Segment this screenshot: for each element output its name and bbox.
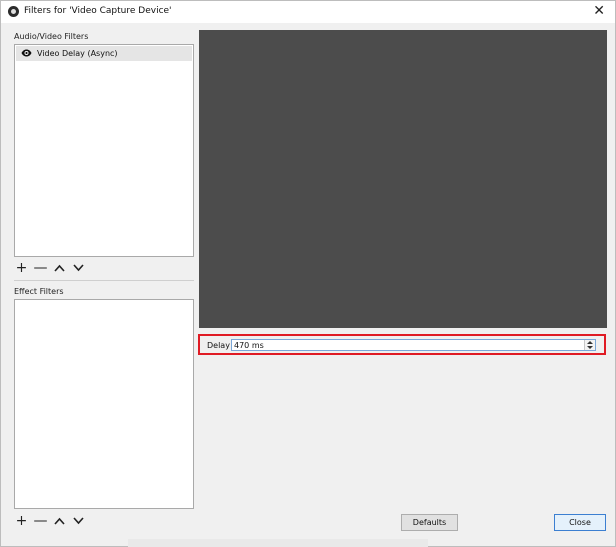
effect-filters-list[interactable] [14,299,194,509]
window-title: Filters for 'Video Capture Device' [24,6,172,16]
section-divider [14,280,194,281]
effect-filters-label: Effect Filters [14,287,64,296]
preview-area [199,30,607,328]
close-button[interactable]: Close [554,514,606,531]
list-item[interactable]: Video Delay (Async) [16,46,192,61]
audio-video-filters-toolbar: + — [15,260,85,276]
filter-item-label: Video Delay (Async) [37,49,118,58]
move-down-effect-button[interactable] [72,515,85,528]
remove-filter-button[interactable]: — [34,261,48,275]
delay-property-row: Delay 470 ms [198,334,606,355]
defaults-button[interactable]: Defaults [401,514,458,531]
obs-logo-icon [8,6,19,17]
delay-value: 470 ms [234,341,264,350]
chevron-down-icon [73,264,84,272]
delay-input[interactable]: 470 ms [231,339,596,351]
effect-filters-toolbar: + — [15,513,85,529]
add-filter-button[interactable]: + [15,261,28,275]
chevron-up-icon [54,517,65,525]
remove-effect-filter-button[interactable]: — [34,514,48,528]
delay-label: Delay [207,341,230,350]
chevron-down-icon [73,517,84,525]
filters-dialog: Filters for 'Video Capture Device' ✕ Aud… [0,0,616,547]
chevron-up-icon [54,264,65,272]
audio-video-filters-list[interactable]: Video Delay (Async) [14,44,194,257]
spin-button[interactable] [584,340,595,350]
move-up-effect-button[interactable] [53,515,66,528]
title-bar: Filters for 'Video Capture Device' ✕ [1,1,615,23]
add-effect-filter-button[interactable]: + [15,514,28,528]
audio-video-filters-label: Audio/Video Filters [14,32,89,41]
move-down-button[interactable] [72,262,85,275]
bottom-strip [128,539,428,547]
eye-icon[interactable] [21,49,32,57]
close-icon[interactable]: ✕ [593,3,605,19]
move-up-button[interactable] [53,262,66,275]
